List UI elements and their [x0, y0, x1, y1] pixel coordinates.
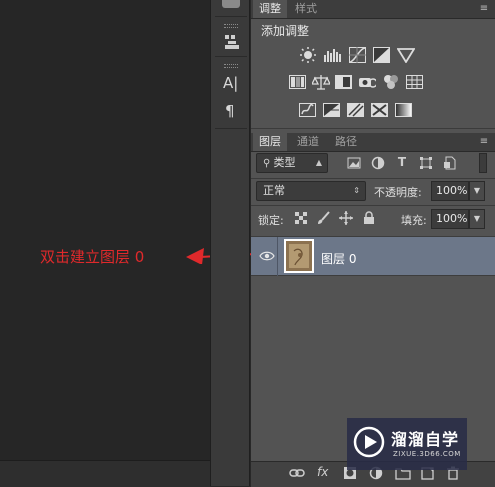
- fill-field[interactable]: 100%: [431, 209, 469, 229]
- strip-separator: [215, 56, 247, 57]
- invert-icon[interactable]: [299, 102, 317, 118]
- lock-label: 锁定:: [258, 214, 284, 227]
- opacity-field[interactable]: 100%: [431, 181, 469, 201]
- layers-tabbar: 图层 通道 路径 ≡: [251, 133, 495, 152]
- canvas-status-bar: [0, 460, 210, 487]
- opacity-label: 不透明度:: [374, 186, 422, 199]
- vibrance-icon[interactable]: [397, 47, 415, 63]
- layer-row[interactable]: 图层 0: [251, 236, 495, 277]
- adjustment-layer-filter-icon[interactable]: [371, 156, 385, 170]
- strip-separator: [215, 128, 247, 129]
- color-lookup-icon[interactable]: [406, 74, 424, 90]
- layer-thumbnail[interactable]: [284, 239, 314, 273]
- panel-divider: [251, 128, 495, 129]
- stepper-icon: ⇕: [353, 186, 360, 195]
- watermark-logo: 溜溜自学 ZIXUE.3D66.COM: [347, 418, 467, 470]
- search-icon: ⚲: [263, 158, 274, 169]
- fill-dropdown-button[interactable]: ▼: [469, 209, 485, 229]
- lock-all-icon[interactable]: [363, 211, 375, 225]
- opacity-dropdown-button[interactable]: ▼: [469, 181, 485, 201]
- lock-position-icon[interactable]: [339, 211, 353, 225]
- photo-filter-icon[interactable]: [358, 74, 376, 90]
- stepper-icon: ▲: [315, 158, 322, 167]
- pixel-layer-filter-icon[interactable]: [347, 156, 361, 170]
- blend-mode-select[interactable]: 正常 ⇕: [256, 181, 366, 201]
- row-separator: [277, 237, 278, 277]
- document-canvas[interactable]: [0, 0, 210, 486]
- panel-menu-icon[interactable]: ≡: [477, 136, 491, 148]
- paragraph-panel-icon[interactable]: ¶: [225, 102, 235, 120]
- layer-thumbnail-image: [286, 241, 312, 271]
- panels-column: 调整 样式 ≡ 添加调整 图层 通道 路径 ≡ ⚲ 类型 ▲ T 正常 ⇕ 不透…: [251, 0, 495, 487]
- smart-object-filter-icon[interactable]: [443, 156, 457, 170]
- tab-paths[interactable]: 路径: [329, 133, 363, 151]
- link-icon[interactable]: [289, 467, 305, 479]
- tab-styles[interactable]: 样式: [289, 0, 323, 18]
- tab-channels[interactable]: 通道: [291, 133, 325, 151]
- lock-image-pixels-icon[interactable]: [317, 211, 331, 225]
- play-logo-icon: [353, 426, 385, 458]
- filter-kind-select[interactable]: ⚲ 类型 ▲: [256, 153, 328, 173]
- watermark-url: ZIXUE.3D66.COM: [393, 450, 461, 458]
- panel-divider: [251, 178, 495, 179]
- black-white-icon[interactable]: [335, 74, 353, 90]
- curves-icon[interactable]: [349, 47, 367, 63]
- channel-mixer-icon[interactable]: [382, 74, 400, 90]
- annotation-text: 双击建立图层 0: [40, 248, 145, 266]
- type-layer-filter-icon[interactable]: T: [395, 155, 409, 169]
- watermark-name: 溜溜自学: [391, 430, 460, 449]
- gradient-map-icon[interactable]: [395, 102, 413, 118]
- brightness-contrast-icon[interactable]: [299, 47, 317, 63]
- filter-kind-value: 类型: [273, 156, 296, 169]
- layer-name[interactable]: 图层 0: [321, 250, 356, 267]
- filter-toggle-switch[interactable]: [479, 153, 487, 173]
- adjustments-title: 添加调整: [261, 24, 310, 38]
- selective-color-icon[interactable]: [371, 102, 389, 118]
- eye-visibility-icon[interactable]: [259, 250, 275, 262]
- strip-grip: [224, 24, 238, 28]
- adjustments-tabbar: 调整 样式 ≡: [251, 0, 495, 19]
- shape-layer-filter-icon[interactable]: [419, 156, 433, 170]
- hue-saturation-icon[interactable]: [289, 74, 307, 90]
- panel-dock-strip: A| ¶: [210, 0, 250, 486]
- exposure-icon[interactable]: [373, 47, 391, 63]
- tab-layers[interactable]: 图层: [253, 133, 287, 151]
- strip-grip: [224, 64, 238, 68]
- panel-menu-icon[interactable]: ≡: [477, 3, 491, 15]
- blend-mode-value: 正常: [263, 184, 285, 197]
- fill-label: 填充:: [401, 214, 427, 227]
- lock-transparent-pixels-icon[interactable]: [295, 212, 307, 224]
- character-panel-icon[interactable]: A|: [223, 74, 238, 92]
- posterize-icon[interactable]: [323, 102, 341, 118]
- tab-adjustments[interactable]: 调整: [253, 0, 287, 18]
- color-balance-icon[interactable]: [312, 74, 330, 90]
- clone-source-icon[interactable]: [223, 34, 241, 50]
- panel-divider: [251, 205, 495, 206]
- strip-separator: [215, 16, 247, 17]
- fx-icon[interactable]: fx: [317, 465, 328, 479]
- threshold-icon[interactable]: [347, 102, 365, 118]
- dock-icon-top[interactable]: [222, 0, 240, 8]
- levels-icon[interactable]: [323, 47, 341, 63]
